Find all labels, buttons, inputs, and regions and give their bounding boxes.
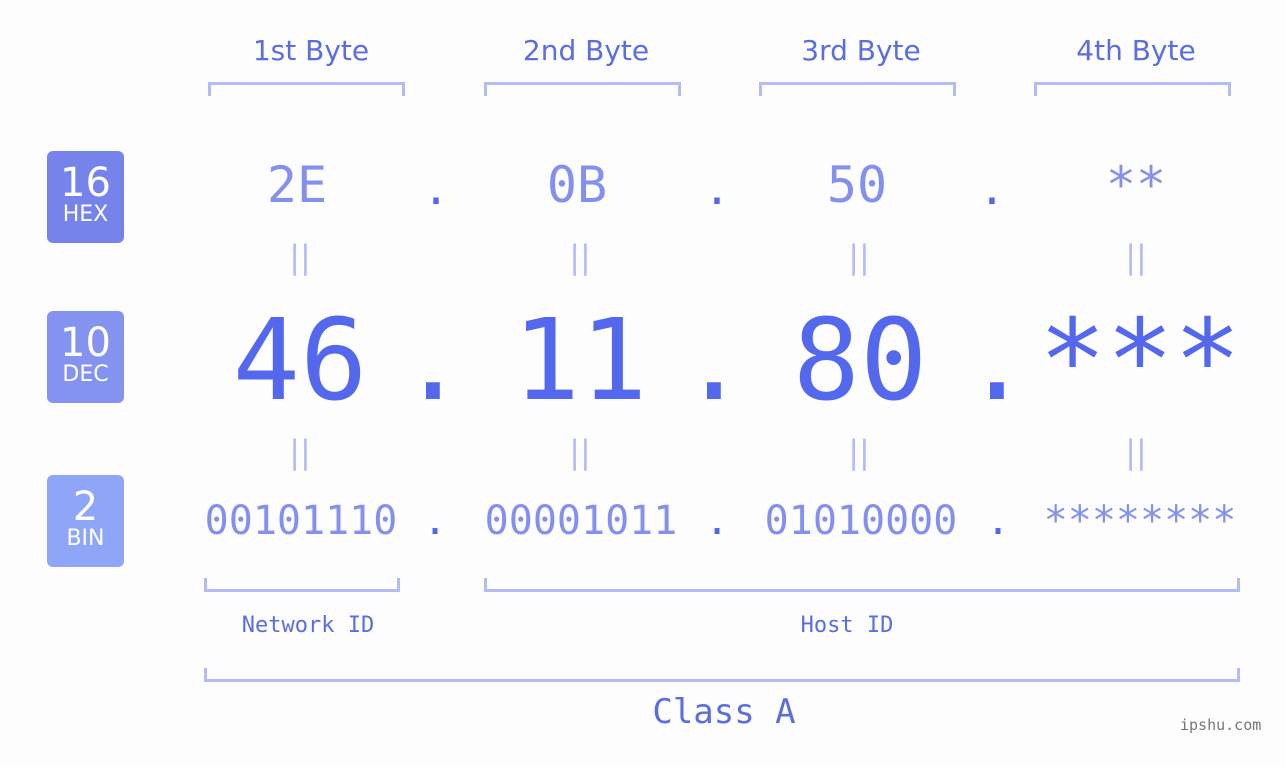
- class-bracket: [204, 668, 1240, 682]
- hex-badge: 16 HEX: [47, 151, 124, 243]
- bin-value-2: 00001011: [484, 498, 678, 544]
- bin-badge: 2 BIN: [47, 475, 124, 567]
- dec-value-1: 46: [232, 296, 368, 426]
- dec-badge-base: 10: [60, 320, 111, 366]
- bin-separator-2: .: [704, 498, 730, 544]
- hex-separator-1: .: [422, 164, 450, 215]
- dec-badge-label: DEC: [62, 362, 109, 387]
- byte-bracket-2: [484, 82, 681, 96]
- byte-header-1: 1st Byte: [252, 34, 370, 67]
- byte-bracket-4: [1034, 82, 1231, 96]
- class-label: Class A: [652, 692, 796, 732]
- dec-badge: 10 DEC: [47, 311, 124, 403]
- hex-badge-base: 16: [60, 160, 111, 206]
- dec-separator-1: .: [399, 296, 467, 426]
- equals-icon: ||: [848, 238, 870, 276]
- bin-value-4: ********: [1043, 498, 1237, 544]
- bin-value-3: 01010000: [764, 498, 958, 544]
- hex-value-2: 0B: [546, 156, 608, 214]
- hex-value-3: 50: [826, 156, 888, 214]
- bin-value-1: 00101110: [204, 498, 398, 544]
- host-id-label: Host ID: [800, 613, 894, 638]
- bin-separator-1: .: [422, 498, 448, 544]
- byte-bracket-3: [759, 82, 956, 96]
- bin-badge-base: 2: [72, 484, 99, 530]
- equals-icon: ||: [848, 433, 870, 471]
- bin-separator-3: .: [985, 498, 1011, 544]
- hex-separator-3: .: [978, 164, 1006, 215]
- byte-header-2: 2nd Byte: [522, 34, 650, 67]
- network-id-bracket: [204, 578, 400, 592]
- equals-icon: ||: [569, 433, 591, 471]
- dec-value-3: 80: [792, 296, 928, 426]
- network-id-label: Network ID: [241, 613, 375, 638]
- equals-icon: ||: [289, 433, 311, 471]
- host-id-bracket: [484, 578, 1240, 592]
- byte-header-3: 3rd Byte: [801, 34, 921, 67]
- equals-icon: ||: [569, 238, 591, 276]
- dec-value-2: 11: [512, 296, 648, 426]
- byte-bracket-1: [208, 82, 405, 96]
- dec-value-4: ***: [1038, 296, 1242, 426]
- watermark: ipshu.com: [1180, 716, 1262, 734]
- dec-separator-2: .: [680, 296, 748, 426]
- hex-value-4: **: [1105, 156, 1167, 214]
- dec-separator-3: .: [963, 296, 1031, 426]
- hex-value-1: 2E: [266, 156, 328, 214]
- hex-badge-label: HEX: [62, 202, 109, 227]
- hex-separator-2: .: [703, 164, 731, 215]
- equals-icon: ||: [289, 238, 311, 276]
- equals-icon: ||: [1125, 433, 1147, 471]
- byte-header-4: 4th Byte: [1076, 34, 1196, 67]
- equals-icon: ||: [1125, 238, 1147, 276]
- bin-badge-label: BIN: [66, 526, 105, 551]
